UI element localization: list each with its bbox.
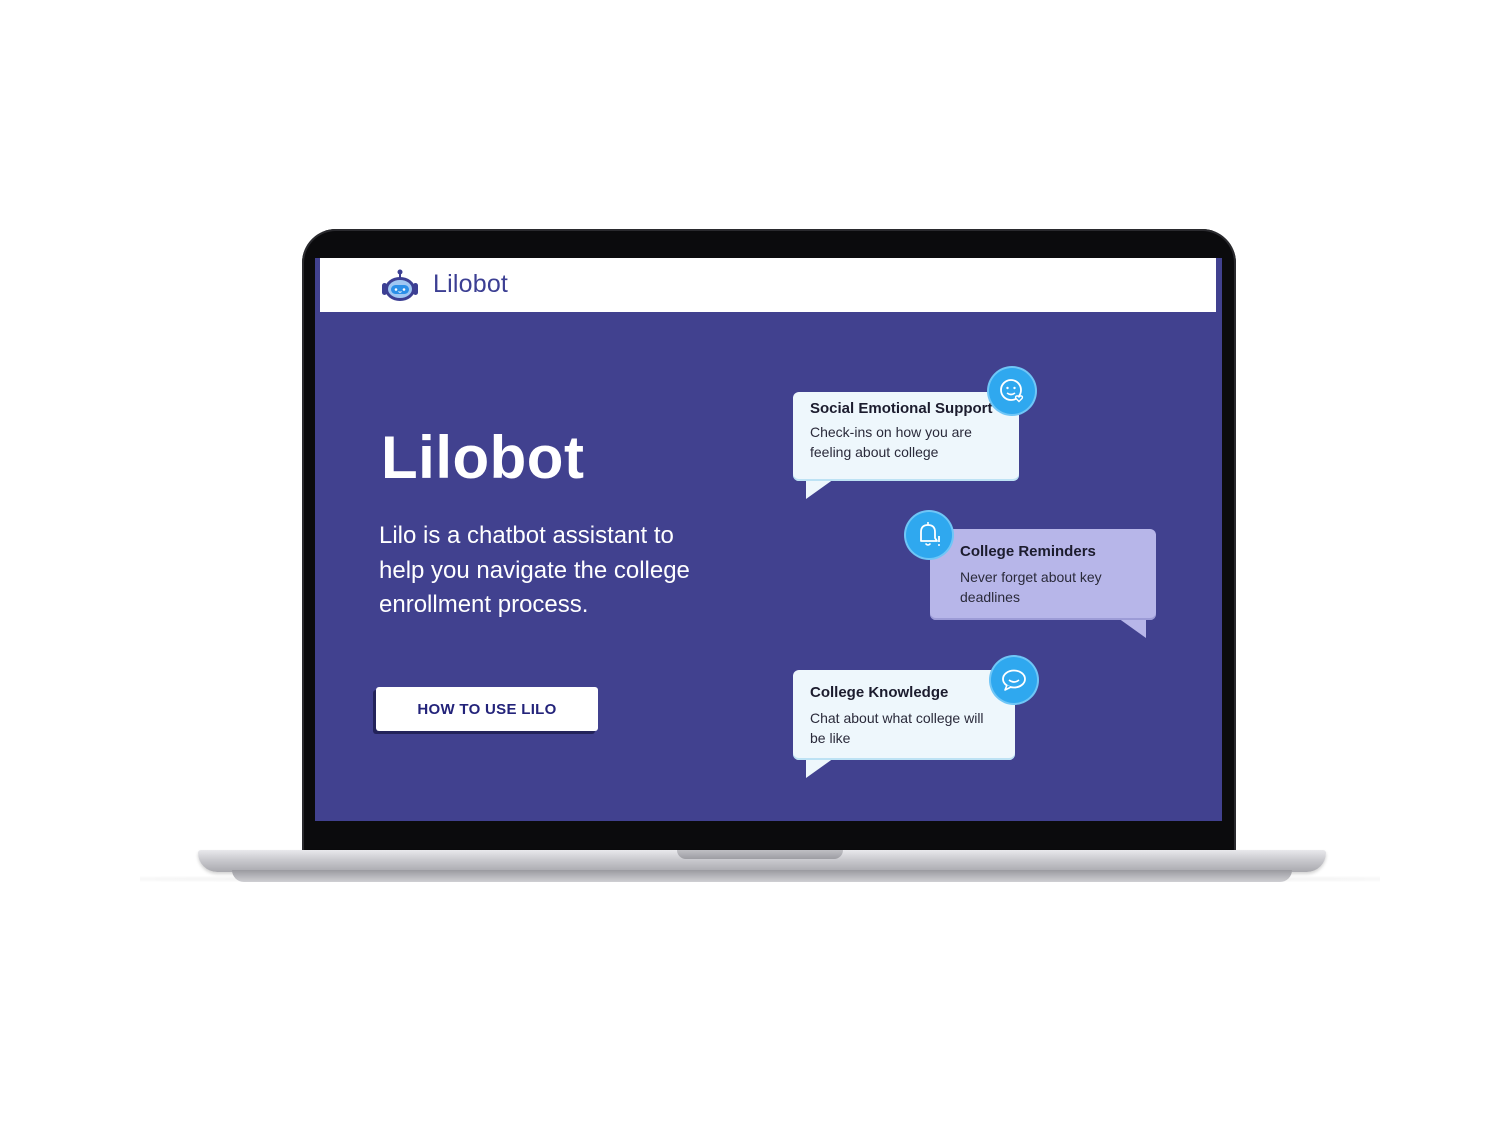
speech-bubble-tail (806, 758, 834, 778)
hero-description: Lilo is a chatbot assistant to help you … (379, 522, 690, 618)
feature-description: Chat about what college will be like (810, 710, 984, 746)
chat-bubble-icon (991, 657, 1037, 703)
robot-icon[interactable] (378, 268, 422, 304)
feature-title: College Reminders (960, 543, 1096, 560)
hero-title: Lilobot (381, 424, 585, 491)
speech-bubble: College Knowledge Chat about what colleg… (793, 670, 1015, 760)
laptop-screen: Lilobot Lilobot Lilo is a chatbot assist… (315, 258, 1222, 821)
top-navigation-bar: Lilobot (320, 258, 1216, 312)
laptop-hinge-notch (677, 850, 843, 859)
speech-bubble-tail (806, 479, 834, 499)
how-to-use-button[interactable]: HOW TO USE LILO (376, 687, 598, 731)
feature-title: College Knowledge (810, 684, 949, 701)
speech-bubble: Social Emotional Support Check-ins on ho… (793, 392, 1019, 481)
bell-alert-icon (906, 512, 952, 558)
speech-bubble-tail (1118, 618, 1146, 638)
feature-description: Check-ins on how you are feeling about c… (810, 424, 972, 460)
smiley-heart-icon (989, 368, 1035, 414)
laptop-base-edge (232, 870, 1292, 882)
feature-title: Social Emotional Support (810, 400, 993, 417)
feature-description: Never forget about key deadlines (960, 569, 1102, 605)
speech-bubble: College Reminders Never forget about key… (930, 529, 1156, 620)
brand-name[interactable]: Lilobot (433, 270, 508, 299)
